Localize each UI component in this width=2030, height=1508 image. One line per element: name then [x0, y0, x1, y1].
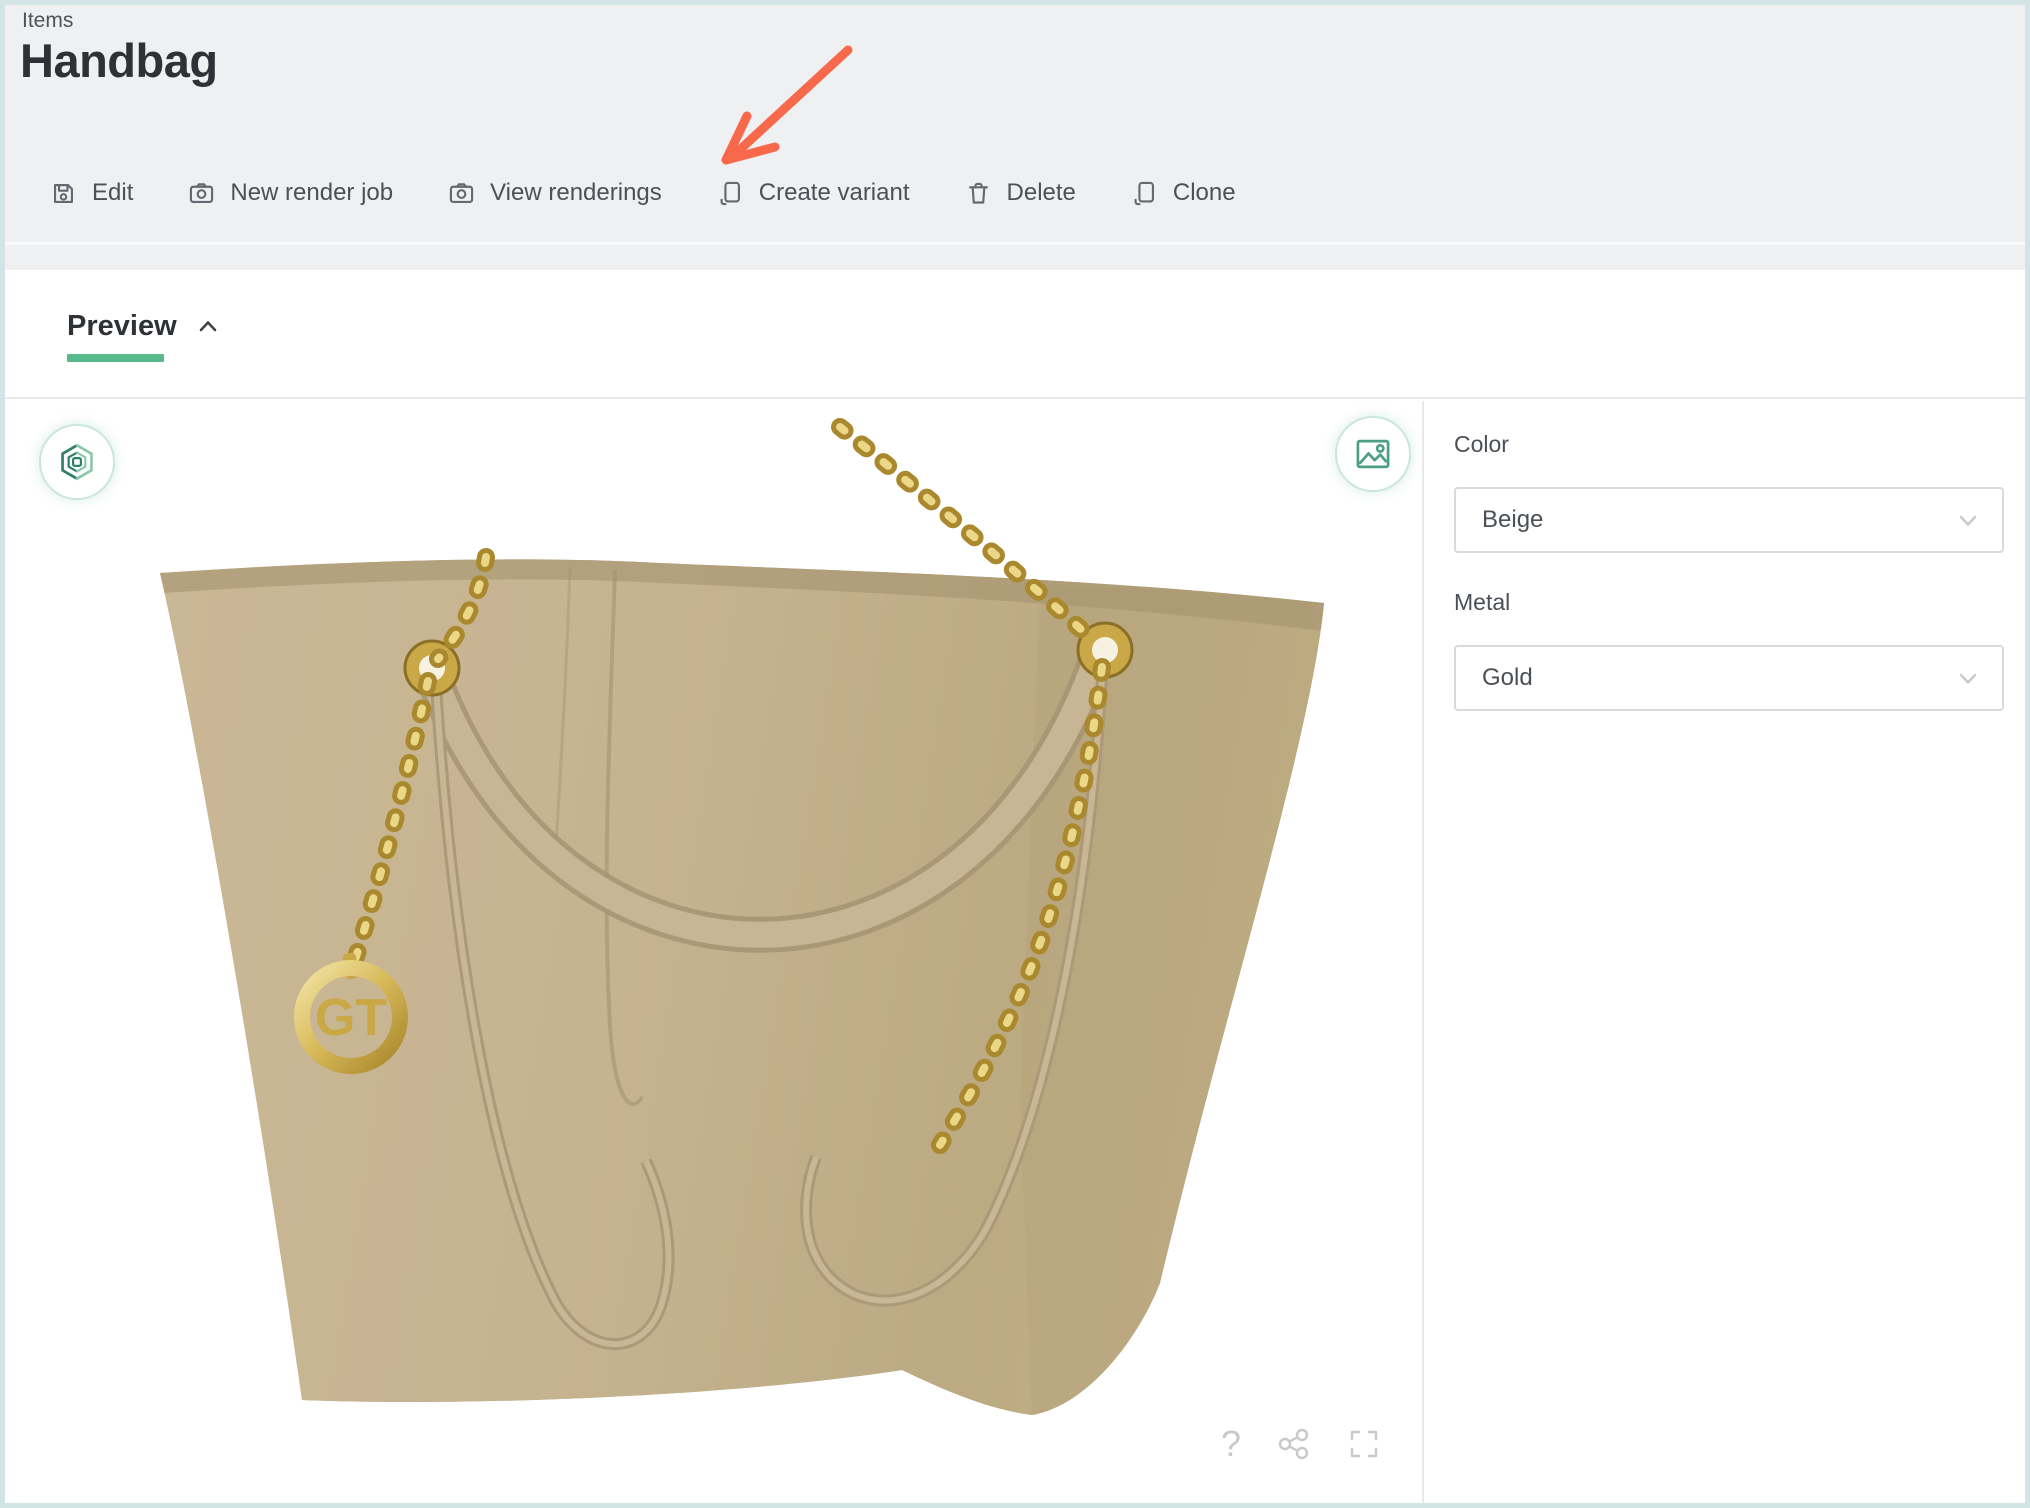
- delete-button[interactable]: Delete: [965, 179, 1076, 207]
- copy-icon: [1134, 181, 1154, 205]
- color-label: Color: [1454, 431, 1509, 457]
- page-header: Items Handbag Edit New render job View r…: [5, 5, 2025, 270]
- toolbar: Edit New render job View renderings Crea…: [50, 169, 1236, 217]
- medallion-monogram: GT: [315, 989, 387, 1047]
- cube-logo-icon: [61, 444, 93, 480]
- toolbar-label: Clone: [1172, 179, 1236, 206]
- handbag-3d-render[interactable]: GT: [140, 405, 1350, 1465]
- help-button[interactable]: ?: [1221, 1423, 1241, 1465]
- edit-button[interactable]: Edit: [50, 179, 133, 207]
- toolbar-label: New render job: [230, 179, 394, 206]
- camera-icon: [449, 182, 474, 203]
- section-tabbar: Preview: [5, 270, 2025, 399]
- toolbar-label: Create variant: [758, 179, 910, 206]
- save-icon: [53, 183, 74, 203]
- metal-select-value: Gold: [1482, 664, 1533, 691]
- help-icon: ?: [1220, 1423, 1241, 1464]
- product-viewer[interactable]: GT ?: [5, 401, 1417, 1503]
- tab-preview-label: Preview: [67, 310, 177, 342]
- viewer-controls: ?: [1221, 1423, 1381, 1465]
- camera-icon: [190, 182, 214, 203]
- color-select-value: Beige: [1482, 506, 1544, 533]
- view-3d-button[interactable]: [39, 424, 115, 500]
- fullscreen-icon: [1350, 1430, 1378, 1458]
- toolbar-label: View renderings: [490, 179, 662, 206]
- page-title: Handbag: [20, 34, 218, 87]
- toolbar-label: Edit: [92, 179, 134, 206]
- new-render-job-button[interactable]: New render job: [188, 179, 393, 207]
- chevron-down-icon: [1959, 673, 1977, 684]
- toolbar-label: Delete: [1006, 179, 1076, 206]
- create-variant-button[interactable]: Create variant: [717, 179, 910, 207]
- metal-label: Metal: [1454, 589, 1511, 615]
- metal-select[interactable]: Gold: [1454, 645, 2004, 711]
- share-button[interactable]: [1277, 1427, 1311, 1461]
- app-window: Items Handbag Edit New render job View r…: [0, 0, 2030, 1508]
- active-tab-indicator: [67, 354, 164, 362]
- share-icon: [1278, 1428, 1309, 1460]
- color-select[interactable]: Beige: [1454, 487, 2004, 553]
- options-panel: Color Beige Metal Gold: [1422, 401, 2025, 1503]
- clone-button[interactable]: Clone: [1131, 179, 1236, 207]
- chevron-up-icon: [199, 320, 216, 331]
- trash-icon: [968, 182, 988, 204]
- breadcrumb[interactable]: Items: [22, 9, 73, 33]
- copy-icon: [720, 181, 740, 205]
- tab-preview[interactable]: Preview: [67, 310, 220, 343]
- image-icon: [1356, 439, 1390, 469]
- fullscreen-button[interactable]: [1347, 1427, 1381, 1461]
- chevron-down-icon: [1959, 515, 1977, 526]
- view-renderings-button[interactable]: View renderings: [448, 179, 662, 207]
